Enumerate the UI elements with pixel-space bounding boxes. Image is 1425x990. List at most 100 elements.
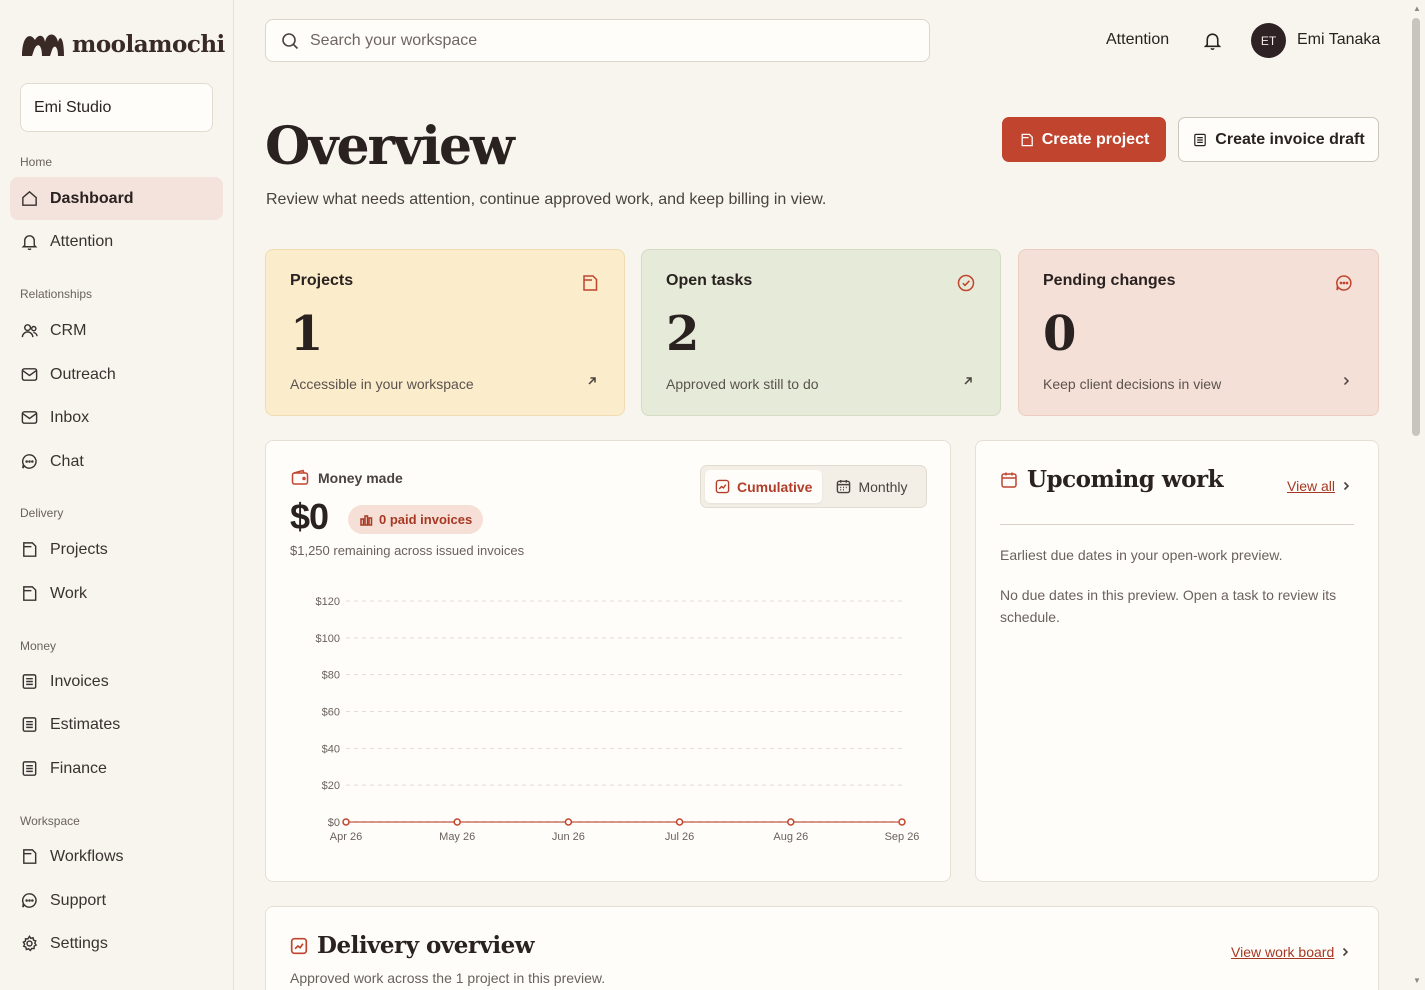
upcoming-work-card: Upcoming work View all Earliest due date… xyxy=(975,440,1379,882)
nav-section-delivery: Delivery xyxy=(20,506,64,520)
paid-invoices-label: 0 paid invoices xyxy=(379,512,473,527)
brand-logo[interactable]: moolamochi xyxy=(20,30,225,58)
delivery-header: Delivery overview xyxy=(290,932,535,959)
sidebar: moolamochi Emi Studio Home Dashboard Att… xyxy=(0,0,234,990)
folder-icon xyxy=(23,586,37,601)
stat-card-projects[interactable]: Projects 1 Accessible in your workspace xyxy=(265,249,625,416)
sidebar-item-label: Attention xyxy=(50,232,114,250)
topbar-attention-link[interactable]: Attention xyxy=(1106,31,1169,49)
scrollbar-thumb[interactable] xyxy=(1412,18,1420,436)
sidebar-item-label: Chat xyxy=(50,452,84,470)
create-project-button[interactable]: Create project xyxy=(1002,117,1166,162)
data-point xyxy=(675,818,684,826)
stat-label: Pending changes xyxy=(1043,272,1176,289)
view-all-link[interactable]: View all xyxy=(1287,478,1351,494)
divider xyxy=(1000,524,1354,525)
trend-icon xyxy=(715,479,730,494)
calendar-icon xyxy=(837,479,851,494)
upcoming-description: Earliest due dates in your open-work pre… xyxy=(1000,547,1283,563)
x-tick-label: Apr 26 xyxy=(330,831,362,843)
toggle-cumulative-label: Cumulative xyxy=(737,478,813,495)
sidebar-item-workflows[interactable]: Workflows xyxy=(10,835,223,878)
toggle-monthly[interactable]: Monthly xyxy=(826,470,917,503)
home-icon xyxy=(22,190,37,206)
search-bar[interactable] xyxy=(265,19,930,62)
bell-icon[interactable] xyxy=(1202,30,1223,51)
paid-invoices-badge: 0 paid invoices xyxy=(348,505,484,534)
y-tick-label: $0 xyxy=(328,817,340,829)
view-all-label: View all xyxy=(1287,478,1335,494)
chevron-right-icon xyxy=(1343,376,1350,386)
money-title: Money made xyxy=(290,468,403,488)
upcoming-title: Upcoming work xyxy=(1027,466,1224,493)
chevron-right-icon xyxy=(1343,481,1350,491)
sidebar-item-label: Invoices xyxy=(50,672,109,690)
brand-name: moolamochi xyxy=(72,30,225,58)
y-tick-label: $100 xyxy=(316,633,340,645)
data-point xyxy=(453,818,461,826)
stat-card-pending-changes[interactable]: Pending changes 0 Keep client decisions … xyxy=(1018,249,1379,416)
toggle-cumulative[interactable]: Cumulative xyxy=(705,470,823,503)
bell-icon xyxy=(21,235,38,251)
sidebar-item-label: Dashboard xyxy=(50,189,134,207)
y-tick-label: $40 xyxy=(322,743,340,755)
mail-icon xyxy=(21,368,38,381)
sidebar-item-label: Settings xyxy=(50,934,108,952)
sidebar-item-inbox[interactable]: Inbox xyxy=(10,396,223,439)
sidebar-item-crm[interactable]: CRM xyxy=(10,309,223,352)
sidebar-item-outreach[interactable]: Outreach xyxy=(10,353,223,396)
document-icon xyxy=(22,674,37,689)
scroll-up-arrow[interactable]: ▲ xyxy=(1413,4,1421,13)
nav-section-relationships: Relationships xyxy=(20,287,93,301)
stat-card-open-tasks[interactable]: Open tasks 2 Approved work still to do xyxy=(641,249,1001,416)
x-tick-label: Sep 26 xyxy=(885,831,920,843)
sidebar-item-invoices[interactable]: Invoices xyxy=(10,660,223,703)
sidebar-item-settings[interactable]: Settings xyxy=(10,922,223,965)
delivery-title: Delivery overview xyxy=(317,932,535,959)
avatar[interactable]: ET xyxy=(1251,23,1286,58)
trend-icon xyxy=(290,937,308,954)
data-point xyxy=(898,818,906,826)
x-tick-label: Aug 26 xyxy=(773,831,808,843)
nav-section-home: Home xyxy=(20,155,53,169)
sidebar-item-projects[interactable]: Projects xyxy=(10,528,223,571)
workspace-switcher[interactable]: Emi Studio xyxy=(20,83,213,132)
sidebar-item-support[interactable]: Support xyxy=(10,879,223,922)
sidebar-item-estimates[interactable]: Estimates xyxy=(10,703,223,746)
users-icon xyxy=(21,324,38,338)
scroll-down-arrow[interactable]: ▼ xyxy=(1413,976,1421,985)
sidebar-item-chat[interactable]: Chat xyxy=(10,440,223,483)
arrow-up-right-icon xyxy=(588,377,596,385)
document-icon xyxy=(1194,133,1207,146)
view-work-board-link[interactable]: View work board xyxy=(1231,944,1350,960)
x-tick-label: Jun 26 xyxy=(552,831,585,843)
sidebar-item-label: Finance xyxy=(50,759,107,777)
user-name[interactable]: Emi Tanaka xyxy=(1297,31,1380,49)
stat-value: 1 xyxy=(290,306,324,362)
stat-note: Approved work still to do xyxy=(666,376,819,392)
folder-icon xyxy=(583,275,598,291)
sidebar-item-label: CRM xyxy=(50,321,87,339)
x-tick-label: May 26 xyxy=(439,831,475,843)
sidebar-item-label: Workflows xyxy=(50,847,124,865)
sidebar-item-finance[interactable]: Finance xyxy=(10,747,223,790)
stat-note: Accessible in your workspace xyxy=(290,376,474,392)
money-title-label: Money made xyxy=(318,470,403,486)
folder-icon xyxy=(23,542,37,557)
upcoming-header: Upcoming work xyxy=(1000,466,1224,493)
search-input[interactable] xyxy=(310,31,870,50)
x-tick-label: Jul 26 xyxy=(665,831,694,843)
stat-label: Open tasks xyxy=(666,272,753,289)
y-tick-label: $120 xyxy=(316,596,340,608)
create-invoice-draft-button[interactable]: Create invoice draft xyxy=(1178,117,1379,162)
chevron-right-icon xyxy=(1343,947,1349,957)
sidebar-item-dashboard[interactable]: Dashboard xyxy=(10,177,223,220)
sidebar-item-attention[interactable]: Attention xyxy=(10,220,223,263)
gear-icon xyxy=(22,935,38,952)
page-subtitle: Review what needs attention, continue ap… xyxy=(266,191,827,208)
money-made-card: Money made $0 0 paid invoices $1,250 rem… xyxy=(265,440,951,882)
upcoming-empty-message: No due dates in this preview. Open a tas… xyxy=(1000,587,1337,625)
sidebar-item-work[interactable]: Work xyxy=(10,572,223,615)
data-point xyxy=(342,818,350,826)
sidebar-item-label: Projects xyxy=(50,540,108,558)
